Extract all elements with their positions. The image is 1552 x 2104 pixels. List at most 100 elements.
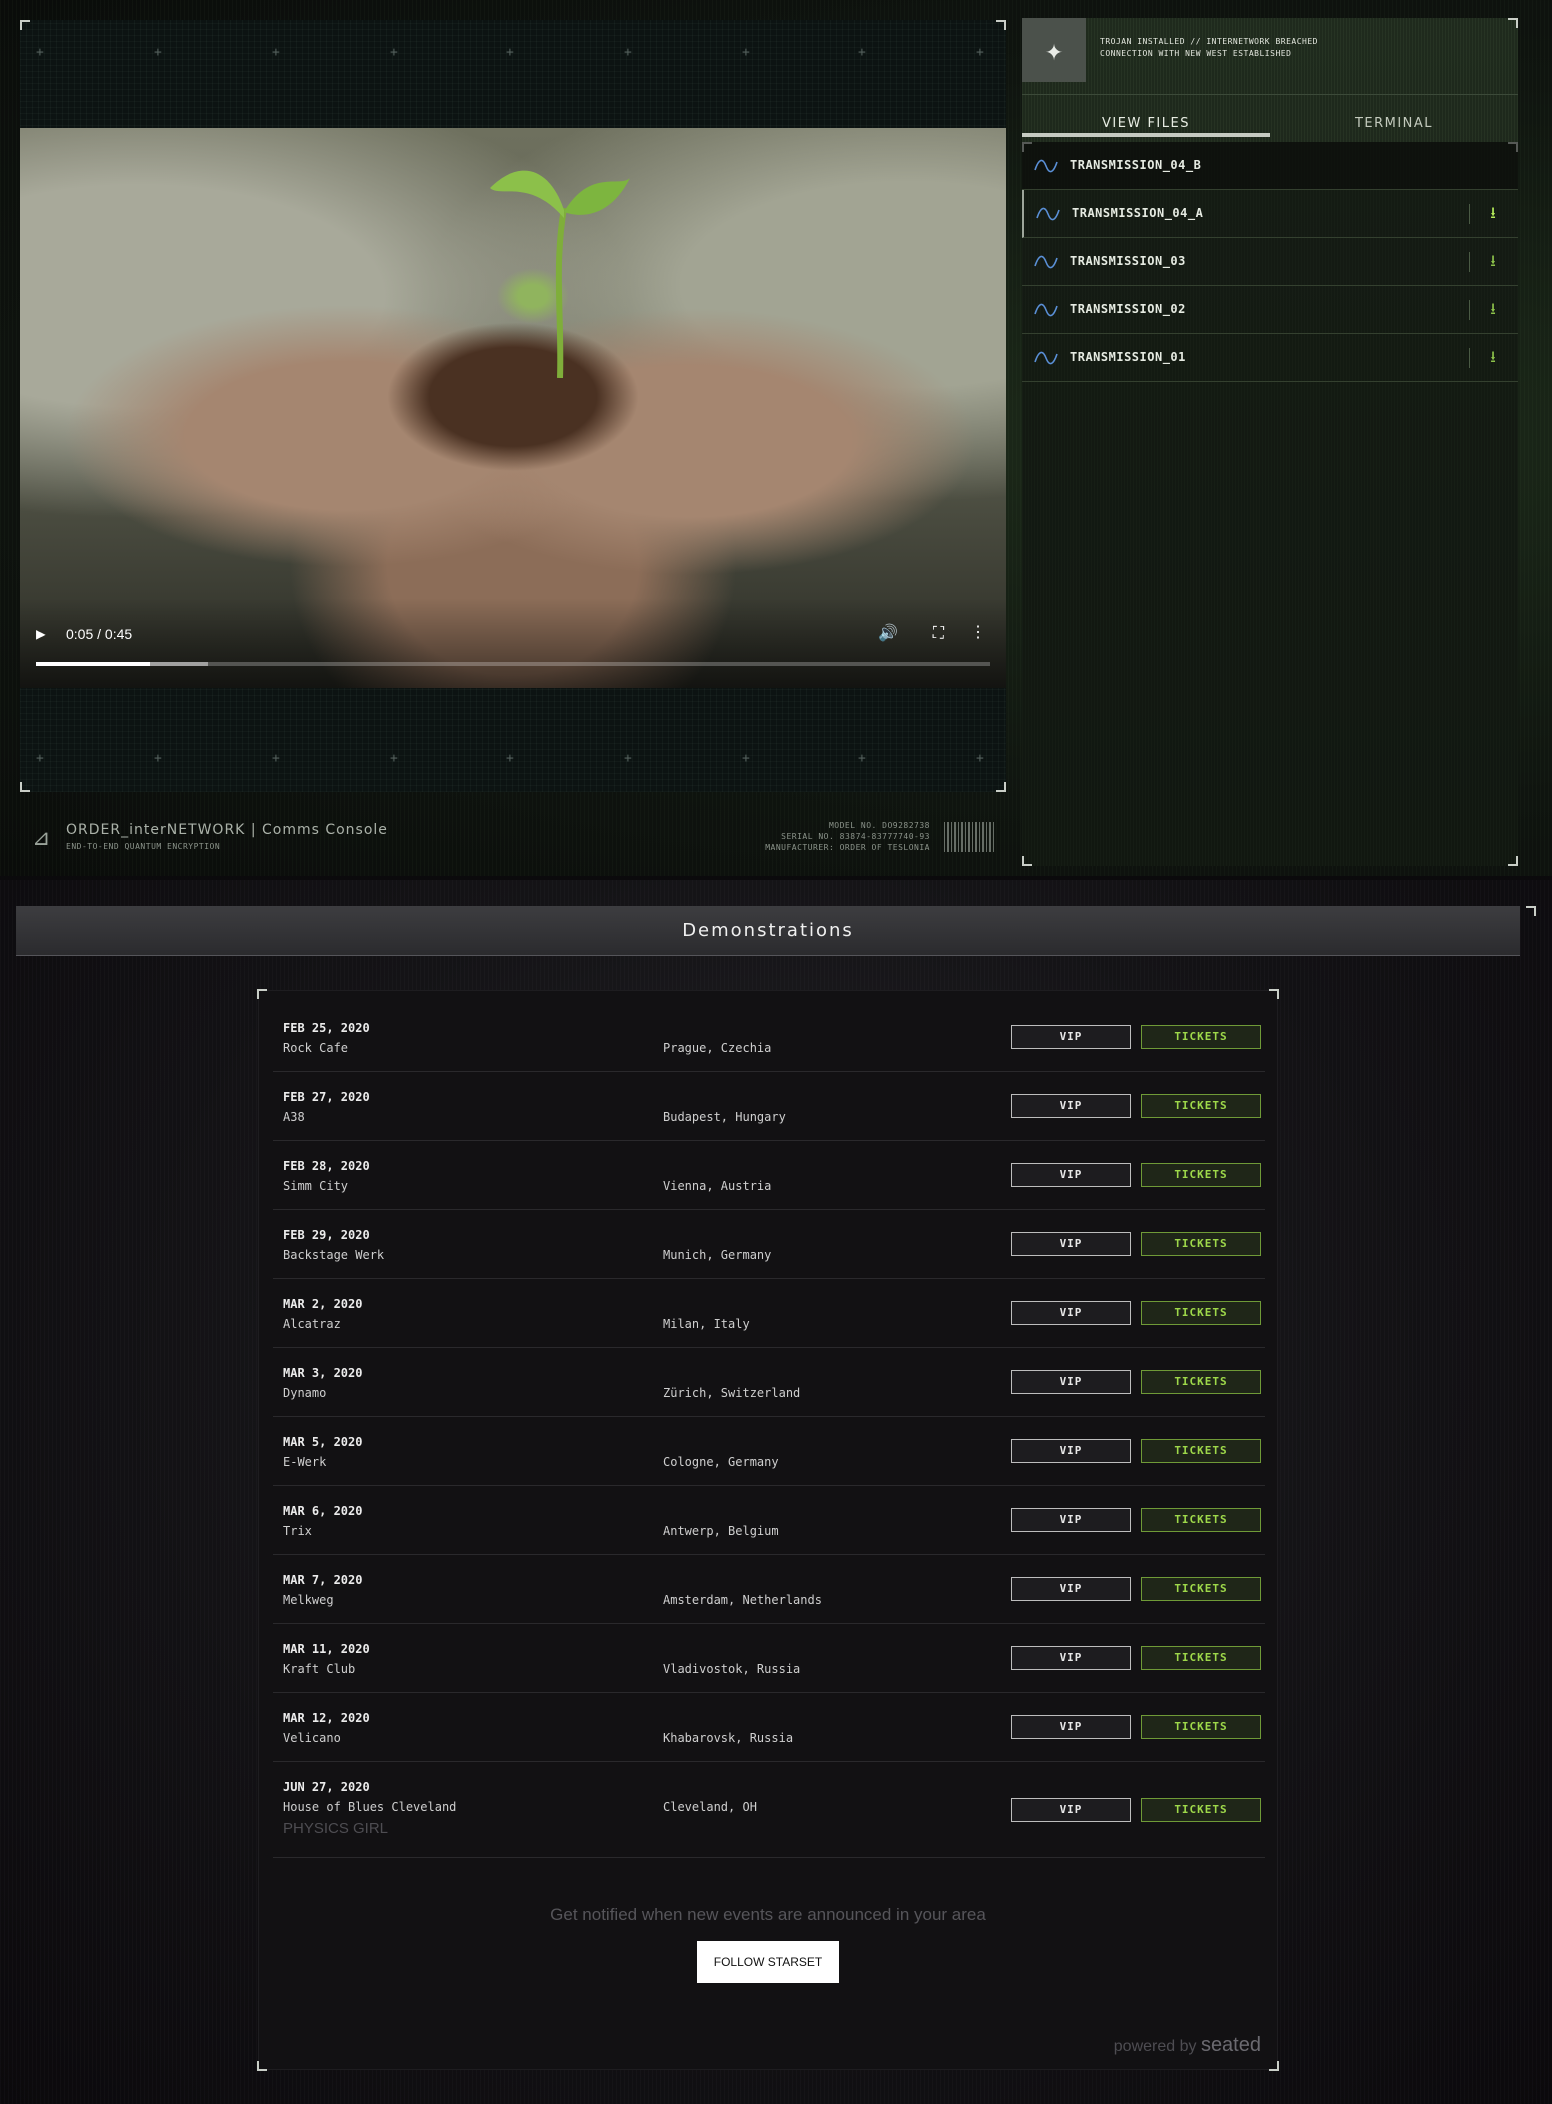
serial-number: SERIAL NO. 83874-83777740-93 [781, 832, 930, 841]
device-meta: MODEL NO. DO9282738 SERIAL NO. 83874-837… [765, 820, 930, 853]
download-icon[interactable]: ⭳ [1482, 202, 1504, 224]
vip-button[interactable]: VIP [1011, 1301, 1131, 1325]
event-location: Munich, Germany [663, 1248, 772, 1262]
download-icon[interactable]: ⭳ [1482, 346, 1504, 368]
vip-button[interactable]: VIP [1011, 1508, 1131, 1532]
file-row[interactable]: TRANSMISSION_01 ⭳ [1022, 334, 1518, 382]
event-location: Khabarovsk, Russia [663, 1731, 794, 1745]
file-row[interactable]: TRANSMISSION_03 ⭳ [1022, 238, 1518, 286]
vip-button[interactable]: VIP [1011, 1439, 1131, 1463]
event-date: MAR 11, 2020 [283, 1642, 370, 1656]
divider [1469, 252, 1470, 272]
vip-button[interactable]: VIP [1011, 1094, 1131, 1118]
event-headliner: PHYSICS GIRL [283, 1820, 389, 1837]
tab-view-files[interactable]: VIEW FILES [1022, 95, 1270, 137]
frame-corner [20, 20, 30, 30]
starset-logo-icon: ✦ [1022, 18, 1086, 82]
event-venue: Alcatraz [283, 1317, 341, 1331]
status-line: TROJAN INSTALLED // INTERNETWORK BREACHE… [1100, 37, 1318, 46]
grid-plus-icon: + [154, 751, 162, 766]
event-venue: Kraft Club [283, 1662, 356, 1676]
file-name: TRANSMISSION_03 [1070, 254, 1186, 268]
event-date: FEB 27, 2020 [283, 1090, 370, 1104]
vip-button[interactable]: VIP [1011, 1232, 1131, 1256]
grid-plus-icon: + [272, 751, 280, 766]
model-number: MODEL NO. DO9282738 [828, 821, 930, 830]
frame-corner [1508, 856, 1518, 866]
file-row[interactable]: TRANSMISSION_04_B [1022, 142, 1518, 190]
frame-corner [1022, 856, 1032, 866]
event-venue: E-Werk [283, 1455, 327, 1469]
manufacturer: MANUFACTURER: ORDER OF TESLONIA [765, 843, 930, 852]
event-location: Zürich, Switzerland [663, 1386, 801, 1400]
events-widget: FEB 25, 2020 Rock Cafe Prague, Czechia VIP T… [257, 989, 1279, 2071]
tickets-button[interactable]: TICKETS [1141, 1370, 1261, 1394]
event-venue: Backstage Werk [283, 1248, 385, 1262]
event-venue: House of Blues Cleveland [283, 1800, 457, 1814]
sine-wave-icon [1034, 159, 1058, 173]
powered-prefix: powered by [1113, 2038, 1197, 2055]
event-row: MAR 7, 2020 Melkweg Amsterdam, Netherlands… [273, 1555, 1265, 1624]
tickets-button[interactable]: TICKETS [1141, 1798, 1261, 1822]
file-row[interactable]: TRANSMISSION_02 ⭳ [1022, 286, 1518, 334]
event-date: JUN 27, 2020 [283, 1780, 370, 1794]
tickets-button[interactable]: TICKETS [1141, 1715, 1261, 1739]
tickets-button[interactable]: TICKETS [1141, 1646, 1261, 1670]
event-location: Vladivostok, Russia [663, 1662, 801, 1676]
divider [1469, 300, 1470, 320]
grid-plus-icon: + [858, 45, 866, 60]
grid-plus-icon: + [506, 45, 514, 60]
tickets-button[interactable]: TICKETS [1141, 1508, 1261, 1532]
event-row: FEB 27, 2020 A38 Budapest, Hungary VIP TICKE… [273, 1072, 1265, 1141]
event-row: FEB 29, 2020 Backstage Werk Munich, German… [273, 1210, 1265, 1279]
volume-icon[interactable]: 🔊 [878, 623, 898, 642]
play-icon[interactable]: ▶ [36, 624, 46, 643]
tickets-button[interactable]: TICKETS [1141, 1439, 1261, 1463]
event-date: MAR 7, 2020 [283, 1573, 363, 1587]
vip-button[interactable]: VIP [1011, 1025, 1131, 1049]
file-row[interactable]: TRANSMISSION_04_A ⭳ [1022, 190, 1518, 238]
event-location: Cleveland, OH [663, 1800, 757, 1814]
download-icon[interactable]: ⭳ [1482, 298, 1504, 320]
vip-button[interactable]: VIP [1011, 1163, 1131, 1187]
download-icon[interactable]: ⭳ [1482, 250, 1504, 272]
video-progress-bar[interactable] [36, 662, 990, 666]
event-row: MAR 5, 2020 E-Werk Cologne, Germany VIP TICK… [273, 1417, 1265, 1486]
event-row: JUN 27, 2020 House of Blues Cleveland PHYS… [273, 1762, 1265, 1858]
tickets-button[interactable]: TICKETS [1141, 1577, 1261, 1601]
frame-corner [996, 20, 1006, 30]
tickets-button[interactable]: TICKETS [1141, 1232, 1261, 1256]
tickets-button[interactable]: TICKETS [1141, 1025, 1261, 1049]
event-row: MAR 11, 2020 Kraft Club Vladivostok, Russi… [273, 1624, 1265, 1693]
frame-corner [257, 989, 267, 999]
event-date: MAR 2, 2020 [283, 1297, 363, 1311]
grid-plus-icon: + [624, 45, 632, 60]
more-vertical-icon[interactable]: ⋮ [970, 622, 986, 641]
console-footer: ⊿ ORDER_interNETWORK | Comms Console END… [20, 806, 1006, 866]
tickets-button[interactable]: TICKETS [1141, 1094, 1261, 1118]
fullscreen-icon[interactable]: ⛶ [933, 623, 944, 643]
vip-button[interactable]: VIP [1011, 1715, 1131, 1739]
side-tabs: VIEW FILES TERMINAL [1022, 94, 1518, 137]
frame-corner [996, 782, 1006, 792]
event-date: MAR 3, 2020 [283, 1366, 363, 1380]
event-location: Budapest, Hungary [663, 1110, 786, 1124]
frame-corner [20, 782, 30, 792]
tab-label: VIEW FILES [1102, 116, 1190, 131]
vip-button[interactable]: VIP [1011, 1646, 1131, 1670]
vip-button[interactable]: VIP [1011, 1798, 1131, 1822]
barcode-icon [944, 822, 994, 852]
vip-button[interactable]: VIP [1011, 1370, 1131, 1394]
powered-by[interactable]: powered by seated [1114, 2034, 1261, 2057]
grid-plus-icon: + [506, 751, 514, 766]
event-date: MAR 5, 2020 [283, 1435, 363, 1449]
tickets-button[interactable]: TICKETS [1141, 1301, 1261, 1325]
vip-button[interactable]: VIP [1011, 1577, 1131, 1601]
frame-corner [257, 2061, 267, 2071]
follow-button[interactable]: FOLLOW STARSET [697, 1941, 839, 1983]
tickets-button[interactable]: TICKETS [1141, 1163, 1261, 1187]
grid-plus-icon: + [742, 45, 750, 60]
video-player[interactable]: ▶ 0:05 / 0:45 🔊 ⛶ ⋮ [20, 128, 1006, 688]
tab-terminal[interactable]: TERMINAL [1270, 95, 1518, 135]
event-date: MAR 6, 2020 [283, 1504, 363, 1518]
